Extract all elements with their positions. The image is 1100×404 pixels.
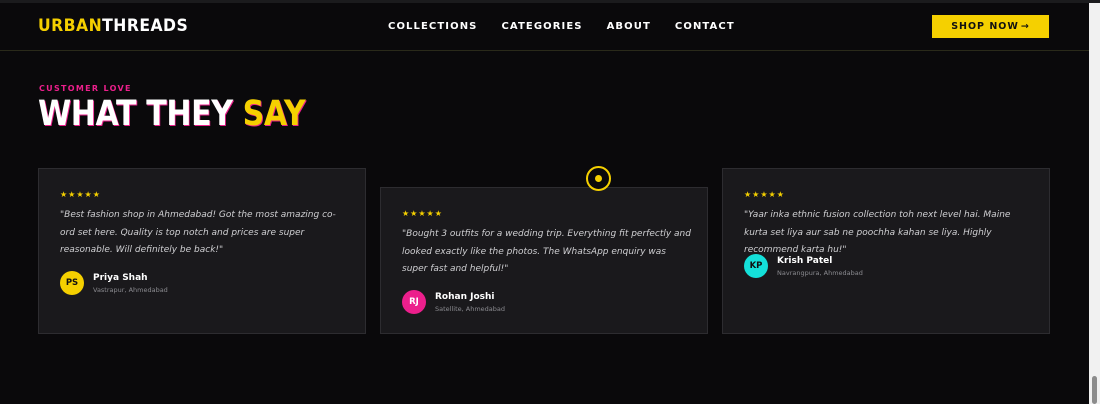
author-name: Priya Shah: [93, 272, 148, 283]
author-location: Navrangpura, Ahmedabad: [777, 268, 863, 277]
nav-categories[interactable]: CATEGORIES: [501, 21, 582, 32]
rating-stars: ★★★★★: [744, 190, 785, 199]
brand-logo-part2: THREADS: [102, 16, 189, 36]
shop-now-label: SHOP NOW: [951, 21, 1019, 32]
main-nav: COLLECTIONS CATEGORIES ABOUT CONTACT: [388, 21, 735, 32]
nav-collections[interactable]: COLLECTIONS: [388, 21, 477, 32]
testimonial-author: RJ Rohan Joshi Satellite, Ahmedabad: [402, 290, 505, 314]
author-location: Satellite, Ahmedabad: [435, 304, 505, 313]
author-name: Krish Patel: [777, 255, 833, 266]
testimonial-author: PS Priya Shah Vastrapur, Ahmedabad: [60, 271, 168, 295]
shop-now-button[interactable]: SHOP NOW →: [932, 15, 1049, 38]
avatar: RJ: [402, 290, 426, 314]
scrollbar-thumb[interactable]: [1092, 376, 1097, 404]
avatar: KP: [744, 254, 768, 278]
section-title-yellow: SAY: [242, 94, 306, 134]
testimonial-quote: "Best fashion shop in Ahmedabad! Got the…: [60, 210, 336, 255]
testimonial-author: KP Krish Patel Navrangpura, Ahmedabad: [744, 254, 863, 278]
testimonial-card: ★★★★★ "Best fashion shop in Ahmedabad! G…: [38, 168, 366, 334]
brand-logo-part1: URBAN: [38, 16, 103, 36]
page-scrollbar[interactable]: [1089, 3, 1100, 404]
arrow-right-icon: →: [1020, 21, 1030, 32]
author-location: Vastrapur, Ahmedabad: [93, 285, 168, 294]
site-header: URBANTHREADS COLLECTIONS CATEGORIES ABOU…: [0, 3, 1089, 51]
section-title: WHAT THEY SAY: [38, 92, 306, 136]
section-title-white: WHAT THEY: [38, 94, 233, 134]
testimonial-quote: "Bought 3 outfits for a wedding trip. Ev…: [402, 229, 691, 274]
featured-indicator-icon: [586, 166, 611, 191]
nav-about[interactable]: ABOUT: [607, 21, 651, 32]
avatar: PS: [60, 271, 84, 295]
rating-stars: ★★★★★: [402, 209, 443, 218]
rating-stars: ★★★★★: [60, 190, 101, 199]
testimonial-card: ★★★★★ "Yaar inka ethnic fusion collectio…: [722, 168, 1050, 334]
testimonial-quote: "Yaar inka ethnic fusion collection toh …: [744, 210, 1011, 255]
nav-contact[interactable]: CONTACT: [675, 21, 735, 32]
author-name: Rohan Joshi: [435, 291, 495, 302]
brand-logo[interactable]: URBANTHREADS: [38, 16, 188, 36]
testimonial-card: ★★★★★ "Bought 3 outfits for a wedding tr…: [380, 187, 708, 334]
